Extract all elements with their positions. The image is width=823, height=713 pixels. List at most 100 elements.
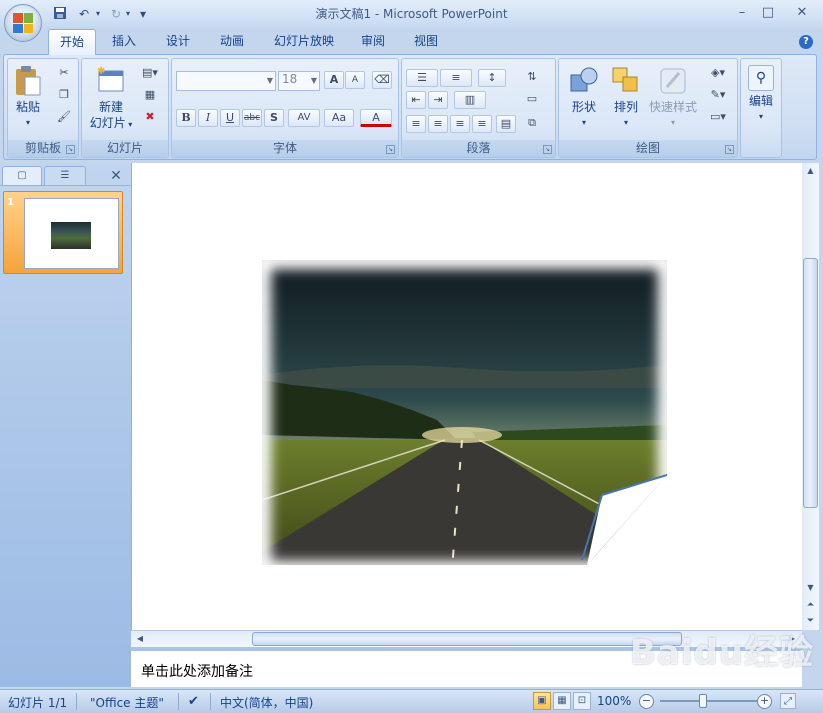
office-logo-icon: [13, 13, 33, 33]
format-painter-icon[interactable]: 🖌: [54, 109, 74, 127]
spelling-check-icon[interactable]: ✔: [188, 694, 199, 709]
line-spacing-icon[interactable]: ↕: [478, 69, 506, 87]
quick-styles-button[interactable]: 快速样式 ▾: [647, 65, 699, 131]
customize-qat-button[interactable]: ▾: [138, 6, 148, 22]
align-text-icon[interactable]: ▭: [522, 91, 542, 109]
char-spacing-button[interactable]: AV: [288, 109, 320, 127]
numbering-icon[interactable]: ≡: [440, 69, 472, 87]
shape-fill-icon[interactable]: ◈▾: [705, 65, 731, 83]
undo-dropdown-icon[interactable]: ▾: [94, 6, 102, 22]
delete-slide-icon[interactable]: ✖: [140, 109, 160, 127]
shape-effects-icon[interactable]: ▭▾: [705, 109, 731, 127]
zoom-slider-thumb[interactable]: [699, 694, 707, 708]
paste-label: 粘贴: [15, 100, 40, 114]
slides-tab[interactable]: ▢: [2, 166, 42, 186]
font-size-combo[interactable]: 18 ▼: [278, 71, 320, 91]
underline-button[interactable]: U: [220, 109, 240, 127]
pane-close-icon[interactable]: ✕: [108, 168, 124, 184]
previous-slide-icon[interactable]: ⏶: [802, 597, 819, 613]
office-button[interactable]: [4, 4, 42, 42]
distributed-icon[interactable]: ▤: [496, 115, 516, 133]
shadow-button[interactable]: S: [264, 109, 284, 127]
notes-placeholder[interactable]: 单击此处添加备注: [141, 661, 253, 681]
slide-picture[interactable]: [262, 260, 667, 570]
edit-button[interactable]: ⚲ 编辑 ▾: [743, 65, 779, 125]
align-center-icon[interactable]: ≡: [428, 115, 448, 133]
copy-icon[interactable]: ❐: [54, 87, 74, 105]
scroll-up-icon[interactable]: ▲: [802, 163, 819, 179]
zoom-level[interactable]: 100%: [597, 694, 631, 708]
normal-view-icon[interactable]: ▣: [533, 692, 551, 710]
tab-home[interactable]: 开始: [48, 29, 96, 55]
italic-button[interactable]: I: [198, 109, 218, 127]
justify-icon[interactable]: ≡: [472, 115, 492, 133]
edit-dropdown-icon: ▾: [758, 112, 763, 121]
increase-indent-icon[interactable]: ⇥: [428, 91, 448, 109]
scroll-left-icon[interactable]: ◀: [133, 631, 147, 647]
align-left-icon[interactable]: ≡: [406, 115, 426, 133]
decrease-indent-icon[interactable]: ⇤: [406, 91, 426, 109]
help-icon[interactable]: ?: [799, 35, 813, 49]
slide-thumbnail[interactable]: 1: [3, 191, 123, 274]
fit-to-window-icon[interactable]: ⤢: [780, 693, 796, 709]
scroll-down-icon[interactable]: ▼: [802, 580, 819, 596]
zoom-slider-track[interactable]: [660, 700, 760, 702]
vertical-scroll-thumb[interactable]: [803, 258, 818, 508]
font-launcher-icon[interactable]: ↘: [386, 145, 395, 154]
bullets-icon[interactable]: ☰: [406, 69, 438, 87]
font-color-button[interactable]: A: [360, 109, 392, 127]
outline-tab[interactable]: ☰: [44, 166, 86, 186]
columns-icon[interactable]: ▥: [454, 91, 486, 109]
new-slide-button[interactable]: ✱ 新建 幻灯片 ▾: [86, 65, 136, 133]
tab-view[interactable]: 视图: [406, 29, 446, 55]
status-separator: [76, 693, 77, 710]
redo-icon[interactable]: ↻: [106, 6, 126, 22]
binoculars-icon: ⚲: [748, 65, 774, 91]
ribbon: 粘贴 ▾ ✂ ❐ 🖌 剪贴板 ↘ ✱ 新建 幻灯片 ▾ ▤▾ ▦ ✖ 幻灯片 ▼…: [3, 54, 817, 160]
tab-insert[interactable]: 插入: [104, 29, 144, 55]
thumbnail-page: [24, 198, 119, 269]
arrange-button[interactable]: 排列 ▾: [607, 65, 645, 131]
paragraph-group: ☰ ≡ ↕ ⇅ ⇤ ⇥ ▥ ▭ ≡ ≡ ≡ ≡ ▤ ⧉ 段落 ↘: [401, 58, 556, 158]
cut-icon[interactable]: ✂: [54, 65, 74, 83]
zoom-in-button[interactable]: +: [757, 694, 772, 709]
grow-font-button[interactable]: A: [324, 71, 344, 89]
tab-slideshow[interactable]: 幻灯片放映: [266, 29, 342, 55]
paste-button[interactable]: 粘贴 ▾: [12, 65, 44, 131]
align-right-icon[interactable]: ≡: [450, 115, 470, 133]
drawing-launcher-icon[interactable]: ↘: [725, 145, 734, 154]
close-button[interactable]: ✕: [790, 4, 814, 22]
clipboard-launcher-icon[interactable]: ↘: [66, 145, 75, 154]
text-direction-icon[interactable]: ⇅: [522, 69, 542, 87]
slide-count: 幻灯片 1/1: [8, 696, 68, 710]
language[interactable]: 中文(简体，中国): [220, 694, 313, 711]
paragraph-launcher-icon[interactable]: ↘: [543, 145, 552, 154]
slideshow-view-icon[interactable]: ⊡: [573, 692, 591, 710]
save-icon[interactable]: [52, 6, 68, 22]
shape-outline-icon[interactable]: ✎▾: [705, 87, 731, 105]
tab-design[interactable]: 设计: [158, 29, 198, 55]
slide-canvas[interactable]: [131, 163, 802, 630]
tab-review[interactable]: 审阅: [354, 29, 392, 55]
tab-animations[interactable]: 动画: [212, 29, 252, 55]
shapes-button[interactable]: 形状 ▾: [565, 65, 603, 131]
font-name-combo[interactable]: ▼: [176, 71, 276, 91]
clear-formatting-icon[interactable]: ⌫: [372, 71, 392, 89]
minimize-button[interactable]: –: [730, 4, 754, 22]
maximize-button[interactable]: □: [756, 4, 780, 22]
arrange-dropdown-icon: ▾: [623, 118, 628, 127]
vertical-scrollbar[interactable]: ▲ ▼ ⏶ ⏷: [802, 163, 819, 630]
smartart-icon[interactable]: ⧉: [522, 115, 542, 133]
sorter-view-icon[interactable]: ▦: [553, 692, 571, 710]
redo-dropdown-icon[interactable]: ▾: [124, 6, 132, 22]
strikethrough-button[interactable]: abc: [242, 109, 262, 127]
zoom-out-button[interactable]: −: [639, 694, 654, 709]
undo-icon[interactable]: ↶: [74, 6, 94, 22]
shrink-font-button[interactable]: A: [345, 71, 365, 89]
change-case-button[interactable]: Aa: [324, 109, 354, 127]
horizontal-scroll-thumb[interactable]: [252, 632, 682, 646]
layout-icon[interactable]: ▤▾: [140, 65, 160, 83]
bold-button[interactable]: B: [176, 109, 196, 127]
reset-icon[interactable]: ▦: [140, 87, 160, 105]
font-group: ▼ 18 ▼ A A ⌫ B I U abc S AV Aa A 字体 ↘: [171, 58, 399, 158]
